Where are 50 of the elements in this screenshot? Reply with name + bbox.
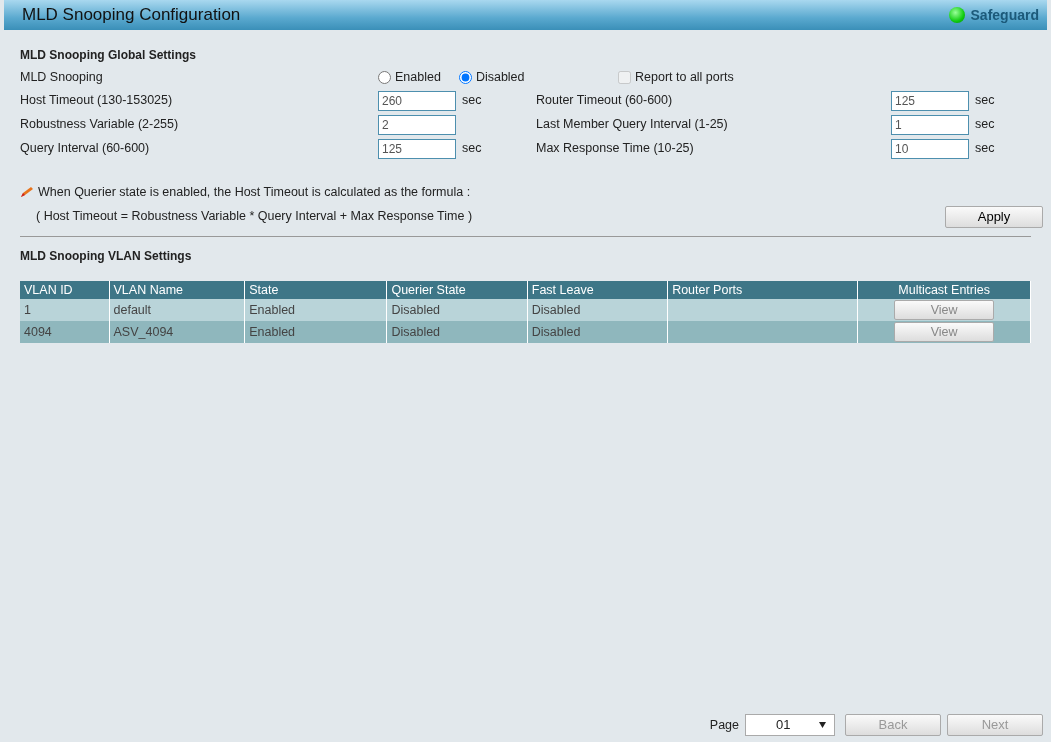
radio-button[interactable] <box>458 70 472 84</box>
column-header: VLAN ID <box>20 280 110 300</box>
apply-button[interactable]: Apply <box>945 205 1043 228</box>
column-header: Router Ports <box>667 280 858 300</box>
field-label: Max Response Time (10-25) <box>536 140 695 158</box>
page-label: Page <box>709 716 739 734</box>
table-cell: Disabled <box>386 321 528 344</box>
field-label: Last Member Query Interval (1-25) <box>536 116 729 134</box>
column-header: Multicast Entries <box>857 280 1031 300</box>
field-label: Robustness Variable (2-255) <box>20 116 180 134</box>
section-title: MLD Snooping VLAN Settings <box>20 247 193 265</box>
column-header: VLAN Name <box>109 280 245 300</box>
unit-label: sec <box>461 140 483 158</box>
note-text: When Querier state is enabled, the Host Timeout is calculated as the formula : <box>38 183 471 201</box>
column-header: Querier State <box>386 280 528 300</box>
table-cell: Disabled <box>527 299 668 322</box>
input-field[interactable]: 260 <box>378 90 456 111</box>
field-label: Host Timeout (130-153025) <box>20 92 174 110</box>
section-title: MLD Snooping Global Settings <box>20 47 197 64</box>
table-cell: 4094 <box>20 321 110 344</box>
page-select[interactable]: 01 <box>745 714 835 736</box>
unit-label: sec <box>974 116 996 134</box>
table-cell: ASV_4094 <box>109 321 245 344</box>
unit-label: sec <box>974 92 996 110</box>
unit-label: sec <box>974 140 996 158</box>
table-cell: Enabled <box>244 321 387 344</box>
column-header: State <box>244 280 387 300</box>
column-header: Fast Leave <box>527 280 668 300</box>
radio-label[interactable]: Enabled <box>395 68 441 87</box>
unit-label: sec <box>461 92 483 110</box>
table-cell: default <box>109 299 245 322</box>
radio-label[interactable]: Disabled <box>475 68 525 87</box>
input-field[interactable]: 1 <box>891 114 969 135</box>
formula-text: ( Host Timeout = Robustness Variable * Query Interval + Max Response Time ) <box>36 208 473 226</box>
input-field[interactable]: 125 <box>891 90 969 111</box>
input-field[interactable]: 10 <box>891 138 969 159</box>
input-field[interactable]: 2 <box>378 114 456 135</box>
field-label: MLD Snooping <box>20 69 104 86</box>
field-label: Router Timeout (60-600) <box>536 92 674 110</box>
pencil-icon <box>20 186 34 199</box>
table-cell: Enabled <box>244 299 387 322</box>
caret-icon <box>819 722 826 728</box>
table-cell: Disabled <box>527 321 668 344</box>
status-dot-icon <box>948 7 965 23</box>
input-field[interactable]: 125 <box>378 138 456 159</box>
page-title: MLD Snooping Configuration <box>22 4 241 27</box>
radio-button[interactable] <box>378 70 391 84</box>
table-cell: Disabled <box>386 299 528 322</box>
field-label: Query Interval (60-600) <box>20 140 151 158</box>
table-cell: 1 <box>20 299 110 322</box>
